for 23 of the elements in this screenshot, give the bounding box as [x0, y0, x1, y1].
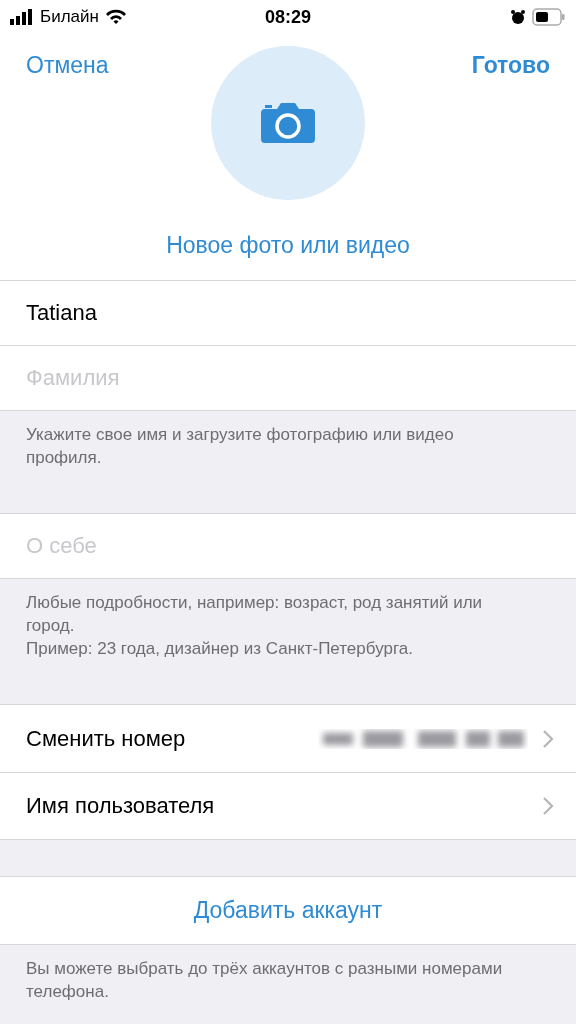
- camera-icon: [259, 101, 317, 145]
- done-button[interactable]: Готово: [471, 52, 550, 79]
- signal-icon: [10, 9, 34, 25]
- clock-time: 08:29: [264, 6, 311, 28]
- cancel-button[interactable]: Отмена: [26, 52, 109, 79]
- battery-icon: [532, 8, 566, 26]
- settings-row[interactable]: Имя пользователя: [0, 772, 576, 840]
- chevron-icon: [542, 796, 554, 817]
- settings-row[interactable]: Сменить номер: [0, 705, 576, 773]
- new-photo-link[interactable]: Новое фото или видео: [166, 232, 410, 259]
- wifi-icon: [104, 9, 127, 25]
- alarm-icon: [510, 9, 526, 25]
- row-label: Сменить номер: [26, 725, 187, 752]
- add-account-button[interactable]: Добавить аккаунт: [0, 876, 576, 944]
- account-hint: Вы можете выбрать до трёх аккаунтов с разными номерами телефона.: [25, 957, 504, 1003]
- row-label: Имя пользователя: [26, 793, 216, 820]
- first-name-field[interactable]: Tatiana: [0, 281, 576, 345]
- name-hint: Укажите свое имя и загрузите фотографию или видео профиля.: [25, 424, 455, 469]
- bio-field[interactable]: О себе: [0, 513, 576, 578]
- last-name-field[interactable]: Фамилия: [0, 346, 576, 410]
- carrier-name: Билайн: [40, 7, 99, 27]
- bio-hint: Любые подробности, например: возраст, род занятий или город. Пример: 23 года, дизайнер из Санкт-Петербурга.: [25, 591, 484, 660]
- chevron-icon: [542, 728, 554, 749]
